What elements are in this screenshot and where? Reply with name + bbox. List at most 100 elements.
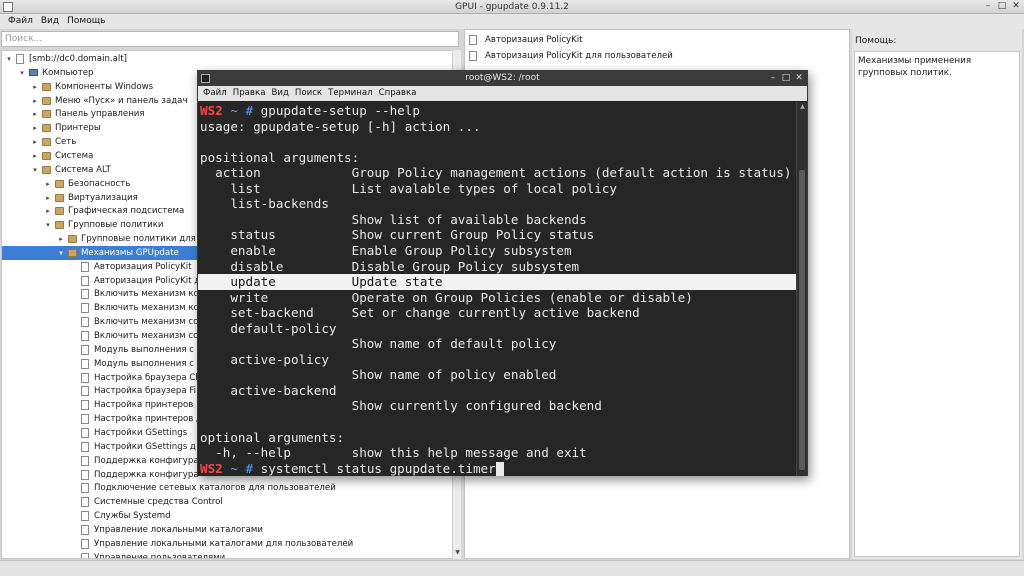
tree-item[interactable]: Системные средства Control xyxy=(2,495,460,509)
terminal-screen[interactable]: WS2 ~ # gpupdate-setup --help usage: gpup… xyxy=(198,102,796,476)
tree-item[interactable]: Управление локальными каталогами для пол… xyxy=(2,537,460,551)
expand-down-icon[interactable]: ▾ xyxy=(18,66,26,80)
scroll-up-icon[interactable]: ▲ xyxy=(797,102,808,112)
tree-item-label: Включить механизм со xyxy=(94,317,199,328)
folder-icon xyxy=(55,207,64,216)
menu-help[interactable]: Помощь xyxy=(63,14,109,29)
file-icon xyxy=(81,372,89,383)
tree-item-label: Механизмы GPUpdate xyxy=(81,247,179,258)
folder-icon xyxy=(42,165,51,174)
folder-icon xyxy=(42,151,51,160)
tree-item-label: Групповые политики xyxy=(68,220,164,231)
terminal-close-icon[interactable]: ✕ xyxy=(794,72,804,84)
file-icon xyxy=(469,51,477,61)
search-input[interactable]: Поиск... xyxy=(1,31,459,47)
terminal-output-line: positional arguments: xyxy=(200,149,360,165)
policy-item-label: Авторизация PolicyKit для пользователей xyxy=(485,51,673,61)
tree-item-label: Групповые политики для xyxy=(81,234,196,245)
terminal-prompt-line: WS2 ~ # gpupdate-setup --help xyxy=(200,103,420,119)
terminal-output-line: Show list of available backends xyxy=(200,211,587,227)
tree-item[interactable]: Управление пользователями xyxy=(2,551,460,559)
expand-right-icon[interactable]: ▸ xyxy=(31,121,39,135)
terminal-output-line: update Update state xyxy=(200,274,443,290)
horizontal-scrollbar[interactable] xyxy=(0,560,1024,576)
terminal-window[interactable]: root@WS2: /root – □ ✕ Файл Правка Вид По… xyxy=(197,70,808,476)
window-title: GPUI - gpupdate 0.9.11.2 xyxy=(455,2,569,12)
terminal-scroll-thumb[interactable] xyxy=(799,170,805,470)
folder-icon xyxy=(68,248,77,257)
menubar: Файл Вид Помощь xyxy=(0,14,1024,29)
terminal-window-controls: – □ ✕ xyxy=(768,72,804,84)
terminal-scrollbar[interactable]: ▲ xyxy=(796,102,807,476)
tree-item-label: Управление пользователями xyxy=(94,552,226,559)
minimize-icon[interactable]: – xyxy=(982,1,994,12)
tree-item-label: Система xyxy=(55,150,94,161)
expand-down-icon[interactable]: ▾ xyxy=(31,163,39,177)
help-header: Помощь: xyxy=(855,36,897,46)
tree-item-label: Настройка принтеров xyxy=(94,400,194,411)
terminal-output-line: Show name of policy enabled xyxy=(200,367,557,383)
terminal-menu-terminal[interactable]: Терминал xyxy=(325,86,375,101)
window-titlebar: GPUI - gpupdate 0.9.11.2 – □ ✕ xyxy=(0,0,1024,14)
tree-item-label: Принтеры xyxy=(55,123,101,134)
menu-view[interactable]: Вид xyxy=(37,14,63,29)
expand-right-icon[interactable]: ▸ xyxy=(44,204,52,218)
scroll-down-icon[interactable]: ▼ xyxy=(453,549,462,559)
terminal-menu-search[interactable]: Поиск xyxy=(292,86,325,101)
terminal-maximize-icon[interactable]: □ xyxy=(781,72,791,84)
tree-item-label: Модуль выполнения с xyxy=(94,358,194,369)
terminal-output-line: write Operate on Group Policies (enable … xyxy=(200,289,693,305)
expand-right-icon[interactable]: ▸ xyxy=(44,177,52,191)
file-icon xyxy=(81,317,89,328)
tree-item-label: Подключение сетевых каталогов для пользо… xyxy=(94,483,336,494)
tree-item[interactable]: Управление локальными каталогами xyxy=(2,523,460,537)
prompt-hostname: WS2 xyxy=(200,460,223,476)
expand-down-icon[interactable]: ▾ xyxy=(57,246,65,260)
terminal-output-line: default-policy xyxy=(200,320,337,336)
terminal-menu-help[interactable]: Справка xyxy=(376,86,420,101)
file-icon xyxy=(81,261,89,272)
terminal-menu-view[interactable]: Вид xyxy=(268,86,291,101)
tree-item-label: Виртуализация xyxy=(68,192,138,203)
terminal-output-line: list-backends xyxy=(200,196,329,212)
expand-right-icon[interactable]: ▸ xyxy=(31,107,39,121)
maximize-icon[interactable]: □ xyxy=(996,1,1008,12)
expand-down-icon[interactable]: ▾ xyxy=(44,218,52,232)
tree-item-label: Панель управления xyxy=(55,109,145,120)
file-icon xyxy=(81,303,89,314)
terminal-output-line: Show name of default policy xyxy=(200,336,557,352)
terminal-output-line: -h, --help show this help message and ex… xyxy=(200,445,587,461)
file-icon xyxy=(81,400,89,411)
expand-right-icon[interactable]: ▸ xyxy=(31,135,39,149)
tree-item-label: Включить механизм ко xyxy=(94,303,199,314)
tree-item-label: Поддержка конфигура xyxy=(94,455,199,466)
terminal-menu-edit[interactable]: Правка xyxy=(230,86,269,101)
terminal-minimize-icon[interactable]: – xyxy=(768,72,778,84)
tree-item-label: Меню «Пуск» и панель задач xyxy=(55,95,188,106)
tree-item-label: Настройки GSettings xyxy=(94,427,188,438)
prompt-path: ~ # xyxy=(222,103,261,118)
tree-item[interactable]: Службы Systemd xyxy=(2,509,460,523)
expand-right-icon[interactable]: ▸ xyxy=(31,80,39,94)
expand-down-icon[interactable]: ▾ xyxy=(5,52,13,66)
expand-right-icon[interactable]: ▸ xyxy=(31,94,39,108)
expand-right-icon[interactable]: ▸ xyxy=(31,149,39,163)
expand-right-icon[interactable]: ▸ xyxy=(44,191,52,205)
computer-icon xyxy=(29,68,38,76)
terminal-titlebar[interactable]: root@WS2: /root – □ ✕ xyxy=(198,71,807,86)
tree-item-label: Система ALT xyxy=(55,164,111,175)
folder-icon xyxy=(42,82,51,91)
menu-file[interactable]: Файл xyxy=(4,14,37,29)
terminal-cursor xyxy=(495,462,504,476)
tree-item[interactable]: ▾ [smb://dc0.domain.alt] xyxy=(2,52,460,66)
terminal-output-line: status Show current Group Policy status xyxy=(200,227,595,243)
folder-icon xyxy=(42,96,51,105)
tree-item[interactable]: Подключение сетевых каталогов для пользо… xyxy=(2,481,460,495)
file-icon xyxy=(81,344,89,355)
terminal-menu-file[interactable]: Файл xyxy=(200,86,230,101)
close-icon[interactable]: ✕ xyxy=(1010,1,1022,12)
terminal-output-line: set-backend Set or change currently acti… xyxy=(200,305,640,321)
expand-right-icon[interactable]: ▸ xyxy=(57,232,65,246)
file-icon xyxy=(81,483,89,494)
tree-item-label: [smb://dc0.domain.alt] xyxy=(29,54,128,64)
